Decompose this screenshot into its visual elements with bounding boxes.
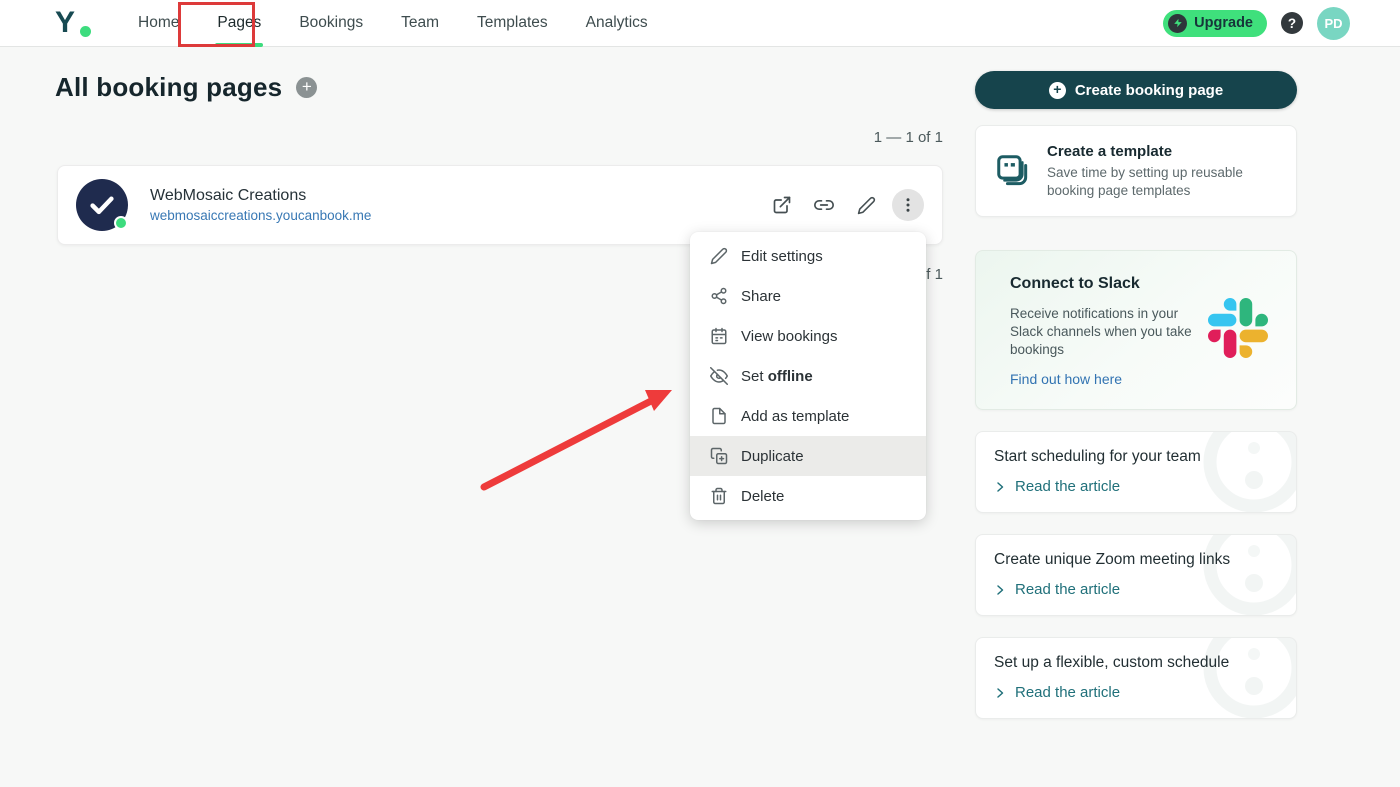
booking-page-info: WebMosaic Creations webmosaiccreations.y… bbox=[150, 187, 371, 223]
nav-item-pages[interactable]: Pages bbox=[217, 0, 261, 47]
online-status-dot bbox=[114, 216, 128, 230]
read-article-label: Read the article bbox=[1015, 478, 1120, 495]
connect-slack-card: Connect to Slack Receive notifications i… bbox=[975, 250, 1297, 410]
menu-item-label: Share bbox=[741, 288, 781, 305]
calendar-icon bbox=[710, 327, 728, 345]
nav-item-bookings[interactable]: Bookings bbox=[299, 0, 363, 47]
add-booking-page-button[interactable]: + bbox=[296, 77, 317, 98]
read-article-label: Read the article bbox=[1015, 581, 1120, 598]
duplicate-icon bbox=[710, 447, 728, 465]
slack-find-out-link[interactable]: Find out how here bbox=[1010, 371, 1122, 387]
slack-card-description: Receive notifications in your Slack chan… bbox=[1010, 305, 1210, 359]
watermark-circle-icon bbox=[1194, 534, 1297, 616]
menu-item-add-as-template[interactable]: Add as template bbox=[690, 396, 926, 436]
booking-page-url[interactable]: webmosaiccreations.youcanbook.me bbox=[150, 208, 371, 223]
more-actions-button[interactable] bbox=[892, 189, 924, 221]
article-title: Create unique Zoom meeting links bbox=[994, 551, 1278, 569]
menu-item-edit-settings[interactable]: Edit settings bbox=[690, 236, 926, 276]
avatar-initials: PD bbox=[1324, 16, 1342, 31]
chevron-right-icon bbox=[994, 584, 1006, 596]
menu-item-share[interactable]: Share bbox=[690, 276, 926, 316]
dots-vertical-icon bbox=[899, 196, 917, 214]
booking-page-context-menu: Edit settings Share View bookings Set of… bbox=[690, 232, 926, 520]
top-navigation-bar: Y Home Pages Bookings Team Templates Ana… bbox=[0, 0, 1400, 47]
watermark-circle-icon bbox=[1194, 637, 1297, 719]
copy-link-button[interactable] bbox=[808, 189, 840, 221]
booking-page-avatar bbox=[76, 179, 128, 231]
menu-item-label: Add as template bbox=[741, 408, 849, 425]
read-article-label: Read the article bbox=[1015, 684, 1120, 701]
slack-card-title: Connect to Slack bbox=[1010, 275, 1276, 293]
right-sidebar: + Create booking page Create a template … bbox=[975, 71, 1297, 719]
trash-icon bbox=[710, 487, 728, 505]
plus-circle-icon: + bbox=[1049, 82, 1066, 99]
read-article-link[interactable]: Read the article bbox=[994, 581, 1278, 598]
slack-logo bbox=[1208, 298, 1268, 358]
menu-item-duplicate[interactable]: Duplicate bbox=[690, 436, 926, 476]
menu-item-label: Duplicate bbox=[741, 448, 804, 465]
pencil-icon bbox=[857, 196, 876, 215]
page-title: All booking pages bbox=[55, 72, 282, 103]
create-booking-page-label: Create booking page bbox=[1075, 82, 1223, 99]
menu-item-label: View bookings bbox=[741, 328, 837, 345]
article-card-zoom-links: Create unique Zoom meeting links Read th… bbox=[975, 534, 1297, 616]
file-icon bbox=[710, 407, 728, 425]
article-title: Set up a flexible, custom schedule bbox=[994, 654, 1278, 672]
open-page-button[interactable] bbox=[766, 189, 798, 221]
main-nav: Home Pages Bookings Team Templates Analy… bbox=[119, 0, 667, 47]
pencil-icon bbox=[710, 247, 728, 265]
nav-item-analytics[interactable]: Analytics bbox=[586, 0, 648, 47]
article-card-custom-schedule: Set up a flexible, custom schedule Read … bbox=[975, 637, 1297, 719]
template-card-description: Save time by setting up reusable booking… bbox=[1047, 164, 1275, 200]
booking-page-name: WebMosaic Creations bbox=[150, 187, 371, 205]
create-template-card[interactable]: Create a template Save time by setting u… bbox=[975, 125, 1297, 217]
link-icon bbox=[814, 195, 834, 215]
watermark-circle-icon bbox=[1194, 431, 1297, 513]
read-article-link[interactable]: Read the article bbox=[994, 684, 1278, 701]
chevron-right-icon bbox=[994, 687, 1006, 699]
menu-item-label: Edit settings bbox=[741, 248, 823, 265]
create-booking-page-button[interactable]: + Create booking page bbox=[975, 71, 1297, 109]
upgrade-label: Upgrade bbox=[1194, 15, 1253, 31]
menu-item-set-offline[interactable]: Set offline bbox=[690, 356, 926, 396]
article-card-team-scheduling: Start scheduling for your team Read the … bbox=[975, 431, 1297, 513]
nav-item-templates[interactable]: Templates bbox=[477, 0, 548, 47]
ycbm-logo[interactable]: Y bbox=[55, 6, 97, 40]
template-card-title: Create a template bbox=[1047, 143, 1275, 160]
question-mark-icon: ? bbox=[1288, 16, 1296, 31]
pagination-top: 1 — 1 of 1 bbox=[874, 129, 943, 146]
upgrade-button[interactable]: Upgrade bbox=[1163, 10, 1267, 37]
template-stack-icon bbox=[994, 152, 1032, 190]
menu-item-delete[interactable]: Delete bbox=[690, 476, 926, 516]
article-title: Start scheduling for your team bbox=[994, 448, 1278, 466]
logo-green-dot bbox=[80, 26, 91, 37]
menu-item-view-bookings[interactable]: View bookings bbox=[690, 316, 926, 356]
share-icon bbox=[710, 287, 728, 305]
menu-item-label: Set offline bbox=[741, 368, 813, 385]
chevron-right-icon bbox=[994, 481, 1006, 493]
avatar[interactable]: PD bbox=[1317, 7, 1350, 40]
eye-off-icon bbox=[710, 367, 728, 385]
nav-item-home[interactable]: Home bbox=[138, 0, 179, 47]
nav-item-team[interactable]: Team bbox=[401, 0, 439, 47]
logo-letter: Y bbox=[55, 6, 97, 40]
lightning-bolt-icon bbox=[1168, 14, 1187, 33]
help-button[interactable]: ? bbox=[1281, 12, 1303, 34]
menu-item-label: Delete bbox=[741, 488, 784, 505]
read-article-link[interactable]: Read the article bbox=[994, 478, 1278, 495]
external-link-icon bbox=[772, 195, 792, 215]
edit-page-button[interactable] bbox=[850, 189, 882, 221]
